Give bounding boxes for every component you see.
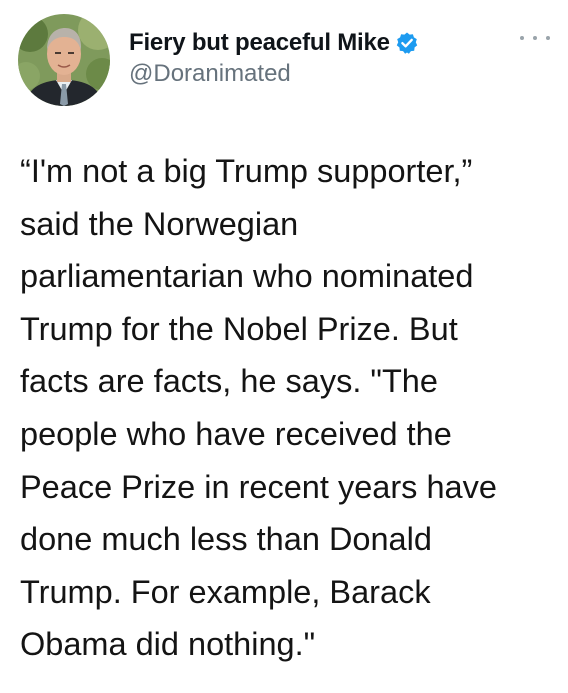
- tweet-text-line: said the Norwegian: [20, 205, 299, 242]
- author-avatar[interactable]: [18, 14, 110, 106]
- more-dot: [546, 36, 550, 40]
- author-name-row[interactable]: Fiery but peaceful Mike: [129, 26, 419, 60]
- author-handle[interactable]: @Doranimated: [129, 60, 291, 88]
- tweet-text-line: Trump for the Nobel Prize. But: [20, 310, 458, 347]
- tweet-text-line: Trump. For example, Barack: [20, 573, 431, 610]
- tweet-text: “I'm not a big Trump supporter,” said th…: [20, 145, 560, 671]
- more-dot: [520, 36, 524, 40]
- avatar-photo-icon: [18, 14, 110, 106]
- more-options-icon[interactable]: [520, 28, 550, 48]
- tweet-text-line: parliamentarian who nominated: [20, 258, 474, 295]
- verified-badge-icon: [395, 31, 419, 55]
- tweet-card: Fiery but peaceful Mike @Doranimated “I'…: [0, 0, 568, 693]
- tweet-text-line: Peace Prize in recent years have: [20, 468, 497, 505]
- tweet-text-line: people who have received the: [20, 415, 452, 452]
- tweet-text-line: “I'm not a big Trump supporter,”: [20, 153, 473, 189]
- tweet-text-line: done much less than Donald: [20, 521, 432, 558]
- tweet-text-line: facts are facts, he says. "The: [20, 363, 438, 400]
- more-dot: [533, 36, 537, 40]
- author-display-name[interactable]: Fiery but peaceful Mike: [129, 29, 390, 57]
- tweet-text-line: Obama did nothing.": [20, 626, 316, 663]
